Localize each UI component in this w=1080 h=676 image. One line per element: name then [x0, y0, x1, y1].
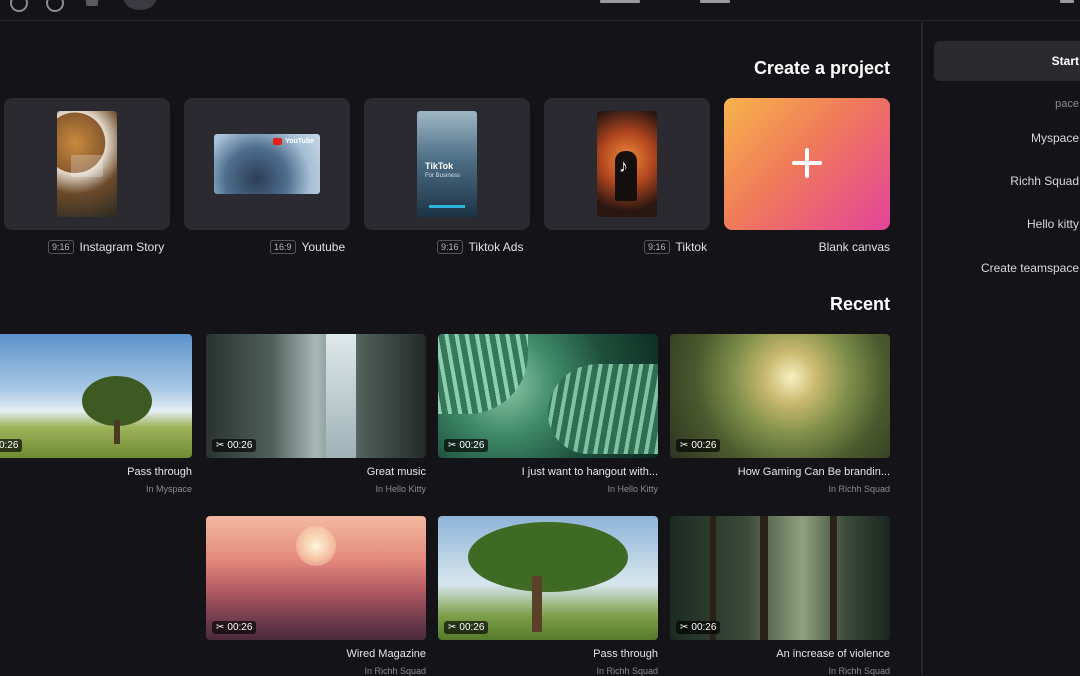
tiktok-preview: ♪	[597, 111, 657, 217]
sidebar-item-label: Create teamspace	[980, 261, 1079, 275]
tiktok-ads-sub: For Business	[425, 173, 461, 179]
video-thumbnail[interactable]: ✂00:26	[206, 516, 426, 640]
tiktok-ads-card[interactable]: TikTok For Business	[364, 98, 530, 230]
tiktok-logo-icon: ♪	[619, 156, 628, 176]
layout-icon[interactable]	[86, 0, 98, 6]
tiktok-ads-preview: TikTok For Business	[417, 111, 477, 217]
leaf-shape	[548, 364, 658, 454]
tiktok-ads-brand: TikTok	[425, 161, 454, 171]
blank-canvas-card[interactable]	[724, 98, 890, 230]
sidebar-item-create-teamspace[interactable]: Create teamspace	[923, 254, 1080, 282]
progress-line	[429, 205, 465, 208]
scissors-icon: ✂	[216, 622, 225, 633]
sidebar: Start pace Myspace Richh Squad Hello kit…	[922, 22, 1080, 675]
sidebar-item-richh-squad[interactable]: Richh Squad	[923, 167, 1080, 195]
sidebar-item-label: Start	[1051, 54, 1079, 68]
sidebar-item-start[interactable]: Start	[934, 41, 1080, 81]
sidebar-item-label: Myspace	[1030, 131, 1079, 145]
create-project-title: Create a project	[753, 58, 890, 78]
menu-link[interactable]	[700, 0, 730, 3]
video-space: In Richh Squad	[828, 484, 890, 494]
scissors-icon: ✂	[680, 622, 689, 633]
duration-badge: ✂00:26	[0, 439, 23, 452]
instagram-story-label: 9:16 Instagram Story	[48, 240, 164, 254]
aspect-ratio-badge: 16:9	[270, 240, 296, 254]
video-space: In Hello Kitty	[375, 484, 426, 494]
plus-icon	[792, 148, 822, 178]
sun-shape	[296, 526, 336, 566]
blank-canvas-label: Blank canvas	[818, 240, 890, 254]
sidebar-item-myspace[interactable]: Myspace	[923, 124, 1080, 152]
aspect-ratio-badge: 9:16	[48, 240, 74, 254]
duration-badge: ✂00:26	[212, 621, 257, 634]
video-title[interactable]: Pass through	[593, 648, 658, 660]
scissors-icon: ✂	[448, 440, 457, 451]
video-title[interactable]: Great music	[367, 466, 426, 478]
video-thumbnail[interactable]: ✂00:26	[670, 516, 890, 640]
avatar[interactable]	[124, 0, 156, 10]
video-space: In Myspace	[145, 484, 192, 494]
video-title[interactable]: Pass through	[127, 466, 192, 478]
tree-trunk	[830, 516, 837, 640]
youtube-label: 16:9 Youtube	[270, 240, 345, 254]
duration-badge: ✂00:26	[676, 621, 721, 634]
tree-trunk	[114, 420, 120, 444]
tree-shape	[82, 376, 152, 426]
duration-badge: ✂00:26	[676, 439, 721, 452]
duration-badge: ✂00:26	[444, 439, 489, 452]
menu-link[interactable]	[600, 0, 640, 3]
scissors-icon: ✂	[448, 622, 457, 633]
video-title[interactable]: An increase of violence	[776, 648, 890, 660]
video-thumbnail[interactable]: ✂00:26	[0, 334, 192, 458]
instagram-story-preview	[57, 111, 117, 217]
sidebar-item-hello-kitty[interactable]: Hello kitty	[923, 210, 1080, 238]
tree-trunk	[760, 516, 768, 640]
top-bar	[0, 0, 1080, 21]
video-title[interactable]: I just want to hangout with...	[522, 466, 658, 478]
menu-link[interactable]	[1060, 0, 1074, 3]
youtube-logo-icon	[273, 138, 283, 145]
tree-trunk	[532, 576, 542, 632]
scissors-icon: ✂	[680, 440, 689, 451]
sidebar-item-label: Hello kitty	[1026, 217, 1079, 231]
video-space: In Hello Kitty	[607, 484, 658, 494]
duration-badge: ✂00:26	[212, 439, 257, 452]
sidebar-item-label: Richh Squad	[1010, 174, 1079, 188]
instagram-story-card[interactable]	[4, 98, 170, 230]
video-thumbnail[interactable]: ✂00:26	[206, 334, 426, 458]
tiktok-ads-label: 9:16 Tiktok Ads	[437, 240, 523, 254]
video-thumbnail[interactable]: ✂00:26	[438, 334, 658, 458]
refresh-icon[interactable]	[10, 0, 28, 12]
leaf-shape	[438, 334, 528, 414]
aspect-ratio-badge: 9:16	[644, 240, 670, 254]
sidebar-caption: pace	[1055, 98, 1079, 110]
youtube-brand: YouTube	[285, 138, 314, 145]
youtube-card[interactable]: YouTube	[184, 98, 350, 230]
story-text-overlay	[71, 155, 103, 177]
video-thumbnail[interactable]: ✂00:26	[438, 516, 658, 640]
youtube-preview: YouTube	[214, 134, 320, 194]
video-thumbnail[interactable]: ✂00:26	[670, 334, 890, 458]
tiktok-label: 9:16 Tiktok	[644, 240, 707, 254]
scissors-icon: ✂	[216, 440, 225, 451]
video-title[interactable]: Wired Magazine	[347, 648, 426, 660]
recent-title: Recent	[829, 294, 890, 314]
duration-badge: ✂00:26	[444, 621, 489, 634]
settings-icon[interactable]	[46, 0, 64, 12]
aspect-ratio-badge: 9:16	[437, 240, 463, 254]
tiktok-card[interactable]: ♪	[544, 98, 710, 230]
waterfall-shape	[326, 334, 356, 458]
tree-shape	[468, 522, 628, 592]
video-title[interactable]: How Gaming Can Be brandin...	[738, 466, 890, 478]
